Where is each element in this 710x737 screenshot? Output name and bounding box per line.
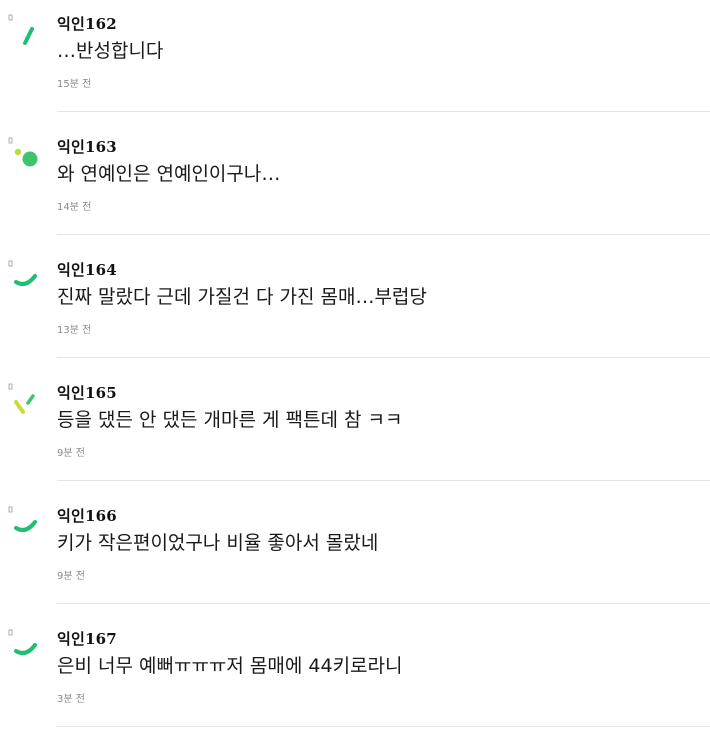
lime-check-icon bbox=[8, 383, 35, 414]
comment-author[interactable]: 익인167 bbox=[57, 630, 710, 648]
avatar[interactable] bbox=[8, 629, 42, 669]
comment-body: 익인166 키가 작은편이었구나 비율 좋아서 몰랐네 9분 전 bbox=[57, 507, 710, 583]
comment-text: 은비 너무 예뻐ㅠㅠㅠ저 몸매에 44키로라니 bbox=[57, 655, 403, 677]
comment-item: 익인162 …반성합니다 15분 전 bbox=[0, 0, 710, 112]
comment-time: 13분 전 bbox=[57, 325, 92, 336]
comment-list: 익인162 …반성합니다 15분 전 익인163 와 연예인은 연예인이구나… … bbox=[0, 0, 710, 727]
avatar[interactable] bbox=[8, 14, 42, 54]
comment-time: 15분 전 bbox=[57, 79, 92, 90]
divider bbox=[57, 726, 710, 727]
comment-item: 익인164 진짜 말랐다 근데 가질건 다 가진 몸매…부럽당 13분 전 bbox=[0, 235, 710, 358]
comment-item: 익인166 키가 작은편이었구나 비율 좋아서 몰랐네 9분 전 bbox=[0, 481, 710, 604]
green-slash-icon bbox=[8, 14, 34, 45]
avatar[interactable] bbox=[8, 383, 42, 423]
comment-author[interactable]: 익인165 bbox=[57, 384, 710, 402]
comment-text: 와 연예인은 연예인이구나… bbox=[57, 163, 281, 185]
comment-body: 익인165 등을 댔든 안 댔든 개마른 게 팩튼데 참 ㅋㅋ 9분 전 bbox=[57, 384, 710, 460]
comment-author[interactable]: 익인163 bbox=[57, 138, 710, 156]
comment-text: 등을 댔든 안 댔든 개마른 게 팩튼데 참 ㅋㅋ bbox=[57, 409, 403, 431]
comment-time: 9분 전 bbox=[57, 448, 85, 459]
comment-author[interactable]: 익인162 bbox=[57, 15, 710, 33]
comment-body: 익인164 진짜 말랐다 근데 가질건 다 가진 몸매…부럽당 13분 전 bbox=[57, 261, 710, 337]
comment-body: 익인163 와 연예인은 연예인이구나… 14분 전 bbox=[57, 138, 710, 214]
green-smile-icon bbox=[8, 260, 37, 286]
comment-item: 익인163 와 연예인은 연예인이구나… 14분 전 bbox=[0, 112, 710, 235]
avatar[interactable] bbox=[8, 506, 42, 546]
comment-time: 14분 전 bbox=[57, 202, 92, 213]
green-smile-icon bbox=[8, 629, 37, 655]
comment-author[interactable]: 익인164 bbox=[57, 261, 710, 279]
comment-body: 익인167 은비 너무 예뻐ㅠㅠㅠ저 몸매에 44키로라니 3분 전 bbox=[57, 630, 710, 706]
comment-text: …반성합니다 bbox=[57, 40, 164, 62]
avatar[interactable] bbox=[8, 137, 42, 177]
comment-item: 익인165 등을 댔든 안 댔든 개마른 게 팩튼데 참 ㅋㅋ 9분 전 bbox=[0, 358, 710, 481]
green-dots-icon bbox=[8, 137, 38, 167]
comment-text: 진짜 말랐다 근데 가질건 다 가진 몸매…부럽당 bbox=[57, 286, 427, 308]
comment-text: 키가 작은편이었구나 비율 좋아서 몰랐네 bbox=[57, 532, 379, 554]
comment-time: 3분 전 bbox=[57, 694, 85, 705]
green-smile-icon bbox=[8, 506, 37, 532]
comment-author[interactable]: 익인166 bbox=[57, 507, 710, 525]
comment-item: 익인167 은비 너무 예뻐ㅠㅠㅠ저 몸매에 44키로라니 3분 전 bbox=[0, 604, 710, 727]
comment-time: 9분 전 bbox=[57, 571, 85, 582]
comment-body: 익인162 …반성합니다 15분 전 bbox=[57, 15, 710, 91]
avatar[interactable] bbox=[8, 260, 42, 300]
